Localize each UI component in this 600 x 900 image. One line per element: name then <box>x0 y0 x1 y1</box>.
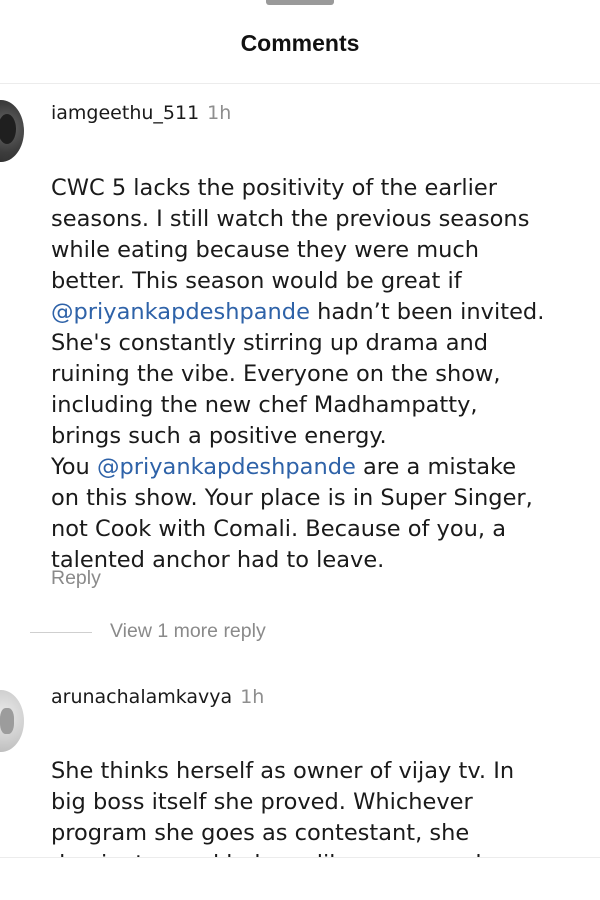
comment-timestamp: 1h <box>240 686 265 708</box>
comment-meta: arunachalamkavya 1h <box>51 686 264 708</box>
comment-text: CWC 5 lacks the positivity of the earlie… <box>51 142 586 576</box>
comment-timestamp: 1h <box>207 102 232 124</box>
comment-username[interactable]: arunachalamkavya <box>51 686 232 708</box>
user-avatar-icon[interactable] <box>0 100 24 162</box>
comment-meta: iamgeethu_511 1h <box>51 102 231 124</box>
view-more-replies-button[interactable]: View 1 more reply <box>110 620 266 643</box>
sheet-drag-handle[interactable] <box>266 0 334 5</box>
page-title: Comments <box>240 30 360 56</box>
comment-username[interactable]: iamgeethu_511 <box>51 102 199 124</box>
user-avatar-icon[interactable] <box>0 690 24 752</box>
thread-line <box>30 632 92 633</box>
bottom-bar <box>0 858 600 900</box>
comment-text-segment: hadn’t been invited. She's constantly st… <box>51 299 545 480</box>
mention-link[interactable]: @priyankapdeshpande <box>51 299 310 325</box>
comment-text-segment: CWC 5 lacks the positivity of the earlie… <box>51 175 530 294</box>
header-divider <box>0 83 600 84</box>
mention-link[interactable]: @priyankapdeshpande <box>97 454 356 480</box>
reply-button[interactable]: Reply <box>51 567 101 590</box>
